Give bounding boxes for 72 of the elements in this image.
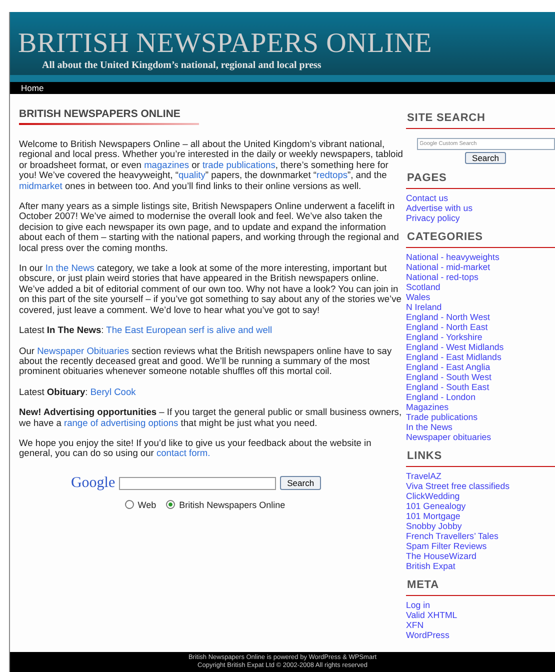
- sidebar-link[interactable]: The HouseWizard: [406, 551, 476, 561]
- sidebar-link[interactable]: England - South East: [406, 382, 490, 392]
- sidebar-link[interactable]: Valid XHTML: [406, 610, 458, 620]
- search-logo: Google: [70, 474, 116, 492]
- sidebar-link[interactable]: Spam Filter Reviews: [406, 541, 487, 551]
- sidebar-link[interactable]: Magazines: [406, 402, 449, 412]
- sidebar-link[interactable]: Trade publications: [406, 412, 478, 422]
- sidebar-link[interactable]: In the News: [406, 422, 452, 432]
- sidebar-link[interactable]: 101 Genealogy: [406, 501, 466, 511]
- sidebar-link[interactable]: Viva Street free classifieds: [406, 481, 510, 491]
- sidebar-link[interactable]: N Ireland: [406, 302, 442, 312]
- search-field[interactable]: [119, 476, 276, 490]
- sidebar-link[interactable]: Scotland: [406, 282, 440, 292]
- text-link[interactable]: Newspaper Obituaries: [37, 346, 130, 356]
- sidebar-link[interactable]: National - heavyweights: [406, 252, 500, 262]
- sidebar-link[interactable]: Wales: [406, 292, 430, 302]
- paragraph: Our Newspaper Obituaries section reviews what the British newspapers online have to say about the recently deceased great and good. We’ll be running a summary of the most prominent obituaries whenever someone notable shuffles off this mortal coil.: [19, 346, 393, 377]
- sidebar-heading: CATEGORIES: [406, 231, 484, 244]
- radio-label: Web: [138, 500, 156, 510]
- search-button[interactable]: Search: [280, 476, 322, 490]
- paragraph: Latest Obituary: Beryl Cook: [19, 386, 137, 398]
- sidebar-link[interactable]: England - London: [406, 392, 476, 402]
- text-link[interactable]: The East European serf is alive and well: [106, 325, 272, 336]
- paragraph: Latest In The News: The East European serf is alive and well: [19, 325, 274, 336]
- paragraph: In our In the News category, we take a look at some of the more interesting, important but obscure, or just plain weird stories that have appeared in the British newspapers online. We’ve added a bit of editorial comment of our own too. Why not have a look? You can join in on this part of the site yourself – if you’ve got something to say about any of the stories we’ve covered, just leave a comment. We’d love to hear what you’ve got to say!: [19, 263, 402, 316]
- sidebar-link[interactable]: ClickWedding: [406, 491, 460, 501]
- text-link[interactable]: magazines: [144, 160, 190, 170]
- radio-label: British Newspapers Online: [179, 500, 286, 510]
- text-link[interactable]: contact form.: [156, 448, 210, 458]
- sidebar-link[interactable]: 101 Mortgage: [406, 511, 460, 521]
- sidebar-heading: PAGES: [406, 172, 448, 185]
- text-link[interactable]: In the News: [45, 263, 94, 274]
- sidebar-link[interactable]: Privacy policy: [406, 213, 460, 223]
- sidebar-link[interactable]: Newspaper obituaries: [406, 432, 492, 442]
- nav-link[interactable]: Home: [21, 83, 44, 93]
- tagline: All about the United Kingdom’s national, regional and local press: [42, 60, 322, 71]
- sidebar-link[interactable]: England - North East: [406, 322, 488, 332]
- sidebar-link[interactable]: British Expat: [406, 561, 456, 571]
- paragraph: After many years as a simple listings site, British Newspapers Online underwent a facelift in October 2007! We’ve aimed to modernise the overall look and feel. We’ve also taken the decision to give each newspaper its own page, and to update and expand the information about each of them – starting with the national papers, and working through the regional and local press over the coming months.: [19, 201, 400, 254]
- text-link[interactable]: range of advertising options: [64, 418, 178, 428]
- sidebar-link[interactable]: French Travellers’ Tales: [406, 531, 498, 541]
- text-link[interactable]: midmarket: [19, 180, 62, 191]
- paragraph: We hope you enjoy the site! If you’d like to give us your feedback about the website in general, you can do so using our contact form.: [19, 438, 372, 459]
- sidebar-link[interactable]: Contact us: [406, 193, 448, 203]
- sidebar-link[interactable]: WordPress: [406, 630, 450, 640]
- sidebar-link[interactable]: England - East Midlands: [406, 352, 502, 362]
- sidebar-link[interactable]: England - West Midlands: [406, 342, 504, 352]
- sidebar-link[interactable]: National - red-tops: [406, 272, 478, 282]
- sidebar-link[interactable]: Snobby Jobby: [406, 521, 462, 531]
- text-link[interactable]: redtops: [316, 170, 348, 180]
- sidebar-link[interactable]: Log in: [406, 600, 430, 610]
- site-title: BRITISH NEWSPAPERS ONLINE: [18, 30, 434, 58]
- text-link[interactable]: Beryl Cook: [90, 386, 136, 397]
- radio-button[interactable]: [166, 500, 176, 510]
- paragraph: Welcome to British Newspapers Online – all about the United Kingdom’s vibrant national, regional and local press. Whether you’re interested in the daily or weekly newspapers, tabloid or broadsheet format, or even magazines or trade publications, there’s something here for you! We’ve covered the heavyweight, “quality” papers, the downmarket “redtops”, and the midmarket ones in between too. And you’ll find links to their online versions as well.: [19, 139, 403, 192]
- sidebar-heading: META: [406, 579, 440, 592]
- sidebar-link[interactable]: England - North West: [406, 312, 490, 322]
- sidebar-link[interactable]: XFN: [406, 620, 424, 630]
- sidebar-heading: SITE SEARCH: [406, 112, 486, 125]
- radio-button[interactable]: [124, 500, 134, 510]
- sidebar-link[interactable]: Advertise with us: [406, 203, 472, 213]
- text-link[interactable]: quality: [178, 170, 206, 180]
- text-link[interactable]: trade publications: [202, 160, 276, 170]
- sidebar-link[interactable]: England - South West: [406, 372, 492, 382]
- sidebar-link[interactable]: England - Yorkshire: [406, 332, 482, 342]
- sidebar-link[interactable]: England - East Anglia: [406, 362, 490, 372]
- page-heading: BRITISH NEWSPAPERS ONLINE: [19, 108, 182, 120]
- search-button[interactable]: Search: [465, 152, 506, 164]
- sidebar-link[interactable]: TravelAZ: [406, 471, 442, 481]
- sidebar-heading: LINKS: [406, 450, 443, 463]
- paragraph: New! Advertising opportunities – If you target the general public or small business owners, we have a range of advertising options that might be just what you need.: [19, 407, 403, 428]
- sidebar-link[interactable]: National - mid-market: [406, 262, 490, 272]
